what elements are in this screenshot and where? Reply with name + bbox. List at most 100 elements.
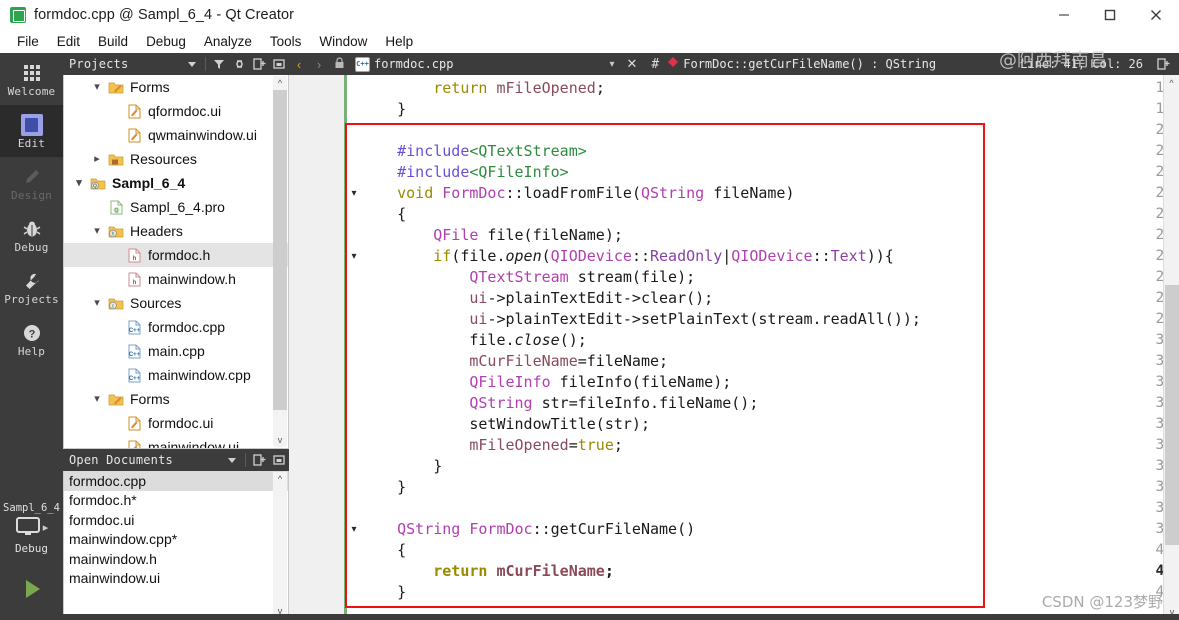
tree-item-formdoc-cpp[interactable]: C++ formdoc.cpp bbox=[64, 315, 288, 339]
sidebar-item-projects[interactable]: Projects bbox=[0, 261, 63, 313]
tree-scroll-up-arrow[interactable]: ^ bbox=[273, 76, 287, 90]
menu-tools[interactable]: Tools bbox=[261, 32, 311, 51]
tree-item-forms[interactable]: ▾ Forms bbox=[64, 75, 288, 99]
tree-scroll-thumb[interactable] bbox=[273, 90, 287, 410]
code-line[interactable]: } bbox=[361, 456, 442, 477]
tree-item-sources[interactable]: ▾ c Sources bbox=[64, 291, 288, 315]
menu-window[interactable]: Window bbox=[310, 32, 376, 51]
code-line[interactable]: return mCurFileName; bbox=[361, 561, 614, 582]
tree-item-resources[interactable]: ▸ Resources bbox=[64, 147, 288, 171]
code-line[interactable]: mFileOpened=true; bbox=[361, 435, 623, 456]
nav-forward-button[interactable]: › bbox=[309, 57, 329, 72]
tree-item-mainwindow-cpp[interactable]: C++ mainwindow.cpp bbox=[64, 363, 288, 387]
tree-item-mainwindow-h[interactable]: h mainwindow.h bbox=[64, 267, 288, 291]
fold-marker-icon[interactable]: ▾ bbox=[348, 519, 360, 540]
tree-item-formdoc-h[interactable]: h formdoc.h bbox=[64, 243, 288, 267]
close-button[interactable] bbox=[1133, 0, 1179, 29]
code-line[interactable]: QString FormDoc::getCurFileName() bbox=[361, 519, 695, 540]
close-icon[interactable] bbox=[269, 450, 289, 470]
menu-analyze[interactable]: Analyze bbox=[195, 32, 261, 51]
open-document-item[interactable]: mainwindow.ui bbox=[64, 569, 288, 589]
fold-marker-icon[interactable]: ▾ bbox=[348, 183, 360, 204]
menu-build[interactable]: Build bbox=[89, 32, 137, 51]
project-tree[interactable]: ▾ Forms qformdoc.ui qwmainwindow.ui ▸ Resourc… bbox=[63, 75, 289, 449]
code-text[interactable]: return mFileOpened; } #include<QTextStre… bbox=[361, 75, 1179, 620]
open-document-item[interactable]: formdoc.h* bbox=[64, 491, 288, 511]
tree-item-qwmainwindow-ui[interactable]: qwmainwindow.ui bbox=[64, 123, 288, 147]
code-line[interactable]: QTextStream stream(file); bbox=[361, 267, 695, 288]
open-document-item[interactable]: formdoc.cpp bbox=[64, 471, 288, 491]
open-documents-scrollbar[interactable]: ^ v bbox=[273, 472, 287, 618]
tree-item-headers[interactable]: ▾ h Headers bbox=[64, 219, 288, 243]
sidebar-item-help[interactable]: ? Help bbox=[0, 313, 63, 365]
editor-scrollbar[interactable]: ^ v bbox=[1163, 75, 1179, 620]
file-dropdown-icon[interactable]: ▾ bbox=[603, 59, 620, 70]
code-line[interactable]: ui->plainTextEdit->clear(); bbox=[361, 288, 713, 309]
menu-edit[interactable]: Edit bbox=[48, 32, 89, 51]
code-line[interactable]: #include<QFileInfo> bbox=[361, 162, 569, 183]
tree-item-forms[interactable]: ▾ Forms bbox=[64, 387, 288, 411]
tree-scroll-down-arrow[interactable]: v bbox=[273, 433, 287, 447]
code-line[interactable]: QFileInfo fileInfo(fileName); bbox=[361, 372, 731, 393]
close-document-button[interactable]: ✕ bbox=[621, 56, 644, 72]
code-line[interactable]: mCurFileName=fileName; bbox=[361, 351, 668, 372]
code-line[interactable]: if(file.open(QIODevice::ReadOnly|QIODevi… bbox=[361, 246, 894, 267]
split-editor-icon[interactable] bbox=[1153, 54, 1173, 74]
link-icon[interactable] bbox=[229, 54, 249, 74]
nav-back-button[interactable]: ‹ bbox=[289, 57, 309, 72]
minimize-button[interactable] bbox=[1041, 0, 1087, 29]
code-line[interactable]: setWindowTitle(str); bbox=[361, 414, 650, 435]
tree-item-mainwindow-ui[interactable]: mainwindow.ui bbox=[64, 435, 288, 448]
chevron-down-icon[interactable]: ▾ bbox=[88, 81, 106, 93]
scroll-thumb[interactable] bbox=[1165, 285, 1179, 545]
menu-file[interactable]: File bbox=[8, 32, 48, 51]
tree-item-sampl-6-4-pro[interactable]: Q Sampl_6_4.pro bbox=[64, 195, 288, 219]
menu-help[interactable]: Help bbox=[376, 32, 422, 51]
tree-item-formdoc-ui[interactable]: formdoc.ui bbox=[64, 411, 288, 435]
code-editor[interactable]: 1819202122232425262728293031323334353637… bbox=[289, 75, 1179, 620]
current-symbol[interactable]: FormDoc::getCurFileName() : QString bbox=[683, 57, 936, 71]
filter-icon[interactable] bbox=[209, 54, 229, 74]
close-icon[interactable] bbox=[269, 54, 289, 74]
scroll-up-arrow[interactable]: ^ bbox=[1164, 75, 1179, 91]
tree-item-qformdoc-ui[interactable]: qformdoc.ui bbox=[64, 99, 288, 123]
chevron-down-icon[interactable]: ▾ bbox=[88, 297, 106, 309]
tree-item-main-cpp[interactable]: C++ main.cpp bbox=[64, 339, 288, 363]
lock-icon[interactable] bbox=[329, 56, 349, 72]
project-tree-scrollbar[interactable]: ^ v bbox=[273, 76, 287, 447]
split-icon[interactable] bbox=[249, 450, 269, 470]
code-line[interactable]: file.close(); bbox=[361, 330, 586, 351]
sidebar-item-edit[interactable]: Edit bbox=[0, 105, 63, 157]
code-line[interactable]: { bbox=[361, 204, 406, 225]
code-line[interactable]: QFile file(fileName); bbox=[361, 225, 623, 246]
code-line[interactable]: } bbox=[361, 99, 406, 120]
open-documents-list[interactable]: formdoc.cpp formdoc.h* formdoc.ui mainwindo… bbox=[63, 471, 289, 620]
chevron-down-icon[interactable]: ▾ bbox=[88, 393, 106, 405]
code-line[interactable]: } bbox=[361, 477, 406, 498]
code-line[interactable]: void FormDoc::loadFromFile(QString fileN… bbox=[361, 183, 794, 204]
code-line[interactable]: { bbox=[361, 540, 406, 561]
od-scroll-up-arrow[interactable]: ^ bbox=[273, 472, 287, 486]
code-line[interactable]: #include<QTextStream> bbox=[361, 141, 587, 162]
code-line[interactable]: QString str=fileInfo.fileName(); bbox=[361, 393, 758, 414]
open-document-item[interactable]: mainwindow.cpp* bbox=[64, 530, 288, 550]
sidebar-item-debug[interactable]: Debug bbox=[0, 209, 63, 261]
maximize-button[interactable] bbox=[1087, 0, 1133, 29]
tree-item-sampl-6-4[interactable]: ▾ Q Sampl_6_4 bbox=[64, 171, 288, 195]
open-documents-dropdown-icon[interactable] bbox=[222, 450, 242, 470]
projects-dropdown-icon[interactable] bbox=[182, 54, 202, 74]
chevron-down-icon[interactable]: ▾ bbox=[70, 177, 88, 189]
open-document-item[interactable]: mainwindow.h bbox=[64, 549, 288, 569]
editor-filename[interactable]: formdoc.cpp bbox=[374, 57, 453, 71]
run-button[interactable] bbox=[0, 569, 63, 609]
code-line[interactable]: return mFileOpened; bbox=[361, 78, 605, 99]
chevron-right-icon[interactable]: ▸ bbox=[88, 153, 106, 165]
menu-debug[interactable]: Debug bbox=[137, 32, 195, 51]
sidebar-item-welcome[interactable]: Welcome bbox=[0, 53, 63, 105]
kit-selector[interactable]: Sampl_6_4 ▸ Debug bbox=[0, 500, 63, 562]
split-icon[interactable] bbox=[249, 54, 269, 74]
open-document-item[interactable]: formdoc.ui bbox=[64, 510, 288, 530]
fold-marker-icon[interactable]: ▾ bbox=[348, 246, 360, 267]
code-line[interactable]: } bbox=[361, 582, 406, 603]
chevron-down-icon[interactable]: ▾ bbox=[88, 225, 106, 237]
